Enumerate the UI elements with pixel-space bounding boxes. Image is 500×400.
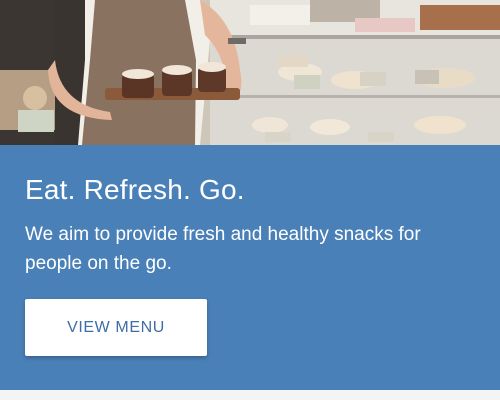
promo-description: We aim to provide fresh and healthy snac… [25, 224, 421, 274]
view-menu-button[interactable]: VIEW MENU [25, 299, 207, 356]
promo-title: Eat. Refresh. Go. [25, 174, 245, 205]
hero-photo [0, 0, 500, 145]
bakery-counter-photo [0, 0, 500, 145]
promo-card: Eat. Refresh. Go. We aim to provide fres… [0, 145, 500, 390]
page: Eat. Refresh. Go. We aim to provide fres… [0, 0, 500, 400]
page-bottom-edge [0, 390, 500, 400]
